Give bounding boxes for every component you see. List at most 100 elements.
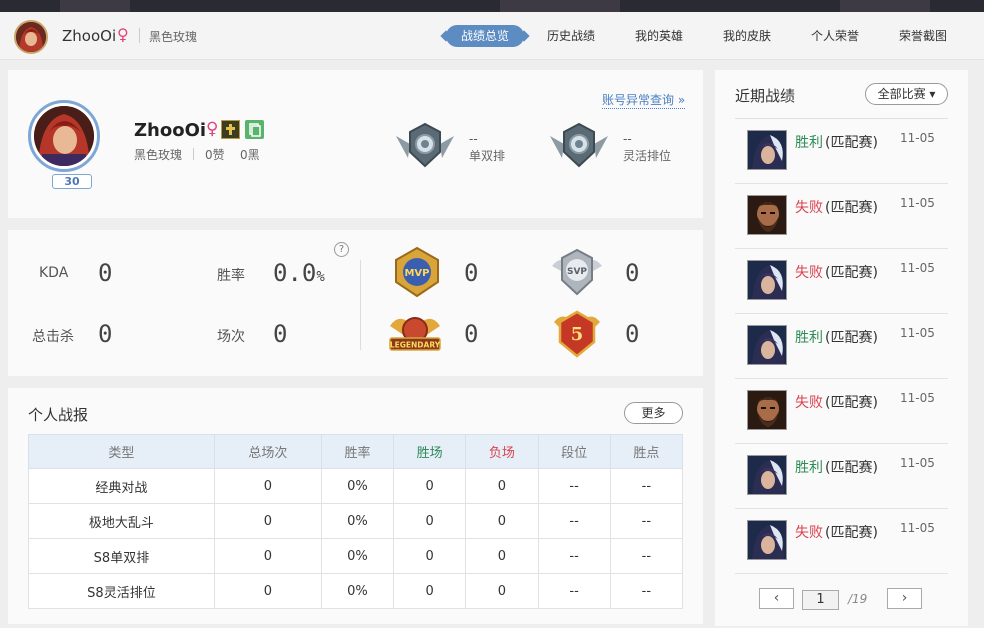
col-winrate: 胜率 <box>320 434 395 469</box>
cell-wins: 0 <box>393 573 467 609</box>
next-page-button[interactable]: › <box>887 588 922 609</box>
col-total-games: 总场次 <box>213 434 322 469</box>
medal-svp-text: SVP <box>567 267 587 277</box>
table-row: S8灵活排位 0 0% 0 0 -- -- <box>28 573 684 609</box>
winrate-label: 胜率 <box>217 268 245 284</box>
current-page-input[interactable]: 1 <box>802 590 839 610</box>
honor-badge-icon[interactable] <box>221 120 240 139</box>
list-item[interactable]: 失败 (匹配赛) 11-05 <box>735 509 948 574</box>
kda-value: 0 <box>98 259 113 287</box>
list-item[interactable]: 胜利 (匹配赛) 11-05 <box>735 314 948 379</box>
cell-losses: 0 <box>465 468 539 504</box>
games-value: 0 <box>273 320 288 348</box>
match-mode: (匹配赛) <box>825 525 878 541</box>
dark-haired-champion-icon <box>747 520 787 560</box>
cell-league-points: -- <box>609 573 684 609</box>
nav-bar: ZhooOi ♀ 黑色玫瑰 战绩总览 历史战绩 我的英雄 我的皮肤 个人荣誉 荣… <box>0 12 984 60</box>
match-result: 失败 <box>795 525 823 541</box>
copy-glyph-icon <box>249 123 261 137</box>
games-label: 场次 <box>217 329 245 345</box>
tab-my-skins[interactable]: 我的皮肤 <box>723 27 771 44</box>
cell-league-points: -- <box>609 503 684 539</box>
female-gender-icon: ♀ <box>206 119 219 139</box>
cell-type: 经典对战 <box>28 468 215 504</box>
mvp-medal-icon: MVP <box>395 246 439 298</box>
banner-decoration <box>60 0 130 12</box>
match-date: 11-05 <box>900 196 935 210</box>
nav-username: ZhooOi <box>62 27 117 45</box>
champion-portrait-icon <box>34 106 94 166</box>
cell-type: S8单双排 <box>28 538 215 574</box>
personal-report-panel: 个人战报 更多 类型 总场次 胜率 胜场 负场 段位 胜点 经典对战 0 0% … <box>8 388 703 624</box>
penta-kill-medal-icon: 5 <box>554 310 600 358</box>
champion-portrait-icon <box>16 22 46 52</box>
solo-rank-label: 单双排 <box>469 149 506 163</box>
list-item[interactable]: 失败 (匹配赛) 11-05 <box>735 249 948 314</box>
profile-divider <box>193 148 194 160</box>
tab-honor-screenshots[interactable]: 荣誉截图 <box>899 27 947 44</box>
legendary-count: 0 <box>464 320 479 348</box>
tab-my-heroes[interactable]: 我的英雄 <box>635 27 683 44</box>
col-type: 类型 <box>28 434 215 469</box>
cell-winrate: 0% <box>320 573 395 609</box>
profile-avatar <box>34 106 94 166</box>
cell-total-games: 0 <box>213 503 322 539</box>
bearded-champion-icon <box>747 195 787 235</box>
match-date: 11-05 <box>900 456 935 470</box>
winrate-value: 0.0% <box>273 259 325 287</box>
match-date: 11-05 <box>900 131 935 145</box>
svp-count: 0 <box>625 259 640 287</box>
nav-divider <box>139 28 140 43</box>
match-mode: (匹配赛) <box>825 395 878 411</box>
list-item[interactable]: 胜利 (匹配赛) 11-05 <box>735 444 948 509</box>
cell-wins: 0 <box>393 538 467 574</box>
match-result: 胜利 <box>795 460 823 476</box>
cell-type: S8灵活排位 <box>28 573 215 609</box>
list-item[interactable]: 失败 (匹配赛) 11-05 <box>735 184 948 249</box>
mvp-count: 0 <box>464 259 479 287</box>
account-abnormal-query-link[interactable]: 账号异常查询 » <box>602 91 686 109</box>
nav-avatar[interactable] <box>14 20 48 54</box>
unranked-emblem-icon <box>550 122 608 168</box>
prev-page-button[interactable]: ‹ <box>759 588 794 609</box>
kills-value: 0 <box>98 320 113 348</box>
copy-icon[interactable] <box>245 120 264 139</box>
match-result: 胜利 <box>795 135 823 151</box>
match-date: 11-05 <box>900 521 935 535</box>
winrate-unit: % <box>316 269 325 285</box>
table-row: 经典对战 0 0% 0 0 -- -- <box>28 468 684 504</box>
kda-label: KDA <box>39 265 69 281</box>
tab-personal-honors[interactable]: 个人荣誉 <box>811 27 859 44</box>
match-mode: (匹配赛) <box>825 200 878 216</box>
cell-winrate: 0% <box>320 503 395 539</box>
report-table: 类型 总场次 胜率 胜场 负场 段位 胜点 经典对战 0 0% 0 0 -- -… <box>28 434 684 609</box>
svp-medal-icon: SVP <box>552 248 602 296</box>
col-wins: 胜场 <box>393 434 467 469</box>
list-item[interactable]: 胜利 (匹配赛) 11-05 <box>735 119 948 184</box>
nav-server-name: 黑色玫瑰 <box>149 30 198 44</box>
match-filter-dropdown[interactable]: 全部比赛 ▾ <box>865 83 948 105</box>
help-icon[interactable]: ? <box>334 242 349 257</box>
match-result: 失败 <box>795 200 823 216</box>
profile-server: 黑色玫瑰 <box>134 148 183 162</box>
tab-match-history[interactable]: 历史战绩 <box>547 27 595 44</box>
more-button[interactable]: 更多 <box>624 402 683 424</box>
kills-label: 总击杀 <box>32 329 74 345</box>
medal-penta-text: 5 <box>571 324 584 345</box>
cell-total-games: 0 <box>213 573 322 609</box>
cell-losses: 0 <box>465 503 539 539</box>
level-badge: 30 <box>52 174 92 189</box>
flex-rank-label: 灵活排位 <box>623 149 672 163</box>
tab-overview[interactable]: 战绩总览 <box>446 25 524 47</box>
match-result: 失败 <box>795 265 823 281</box>
list-item[interactable]: 失败 (匹配赛) 11-05 <box>735 379 948 444</box>
match-date: 11-05 <box>900 391 935 405</box>
blacks-count: 0黑 <box>240 148 260 162</box>
table-row: 极地大乱斗 0 0% 0 0 -- -- <box>28 503 684 539</box>
top-banner <box>0 0 984 12</box>
match-date: 11-05 <box>900 326 935 340</box>
match-mode: (匹配赛) <box>825 135 878 151</box>
legendary-medal-icon: LEGENDARY <box>389 317 441 351</box>
match-mode: (匹配赛) <box>825 265 878 281</box>
cell-league-points: -- <box>609 468 684 504</box>
